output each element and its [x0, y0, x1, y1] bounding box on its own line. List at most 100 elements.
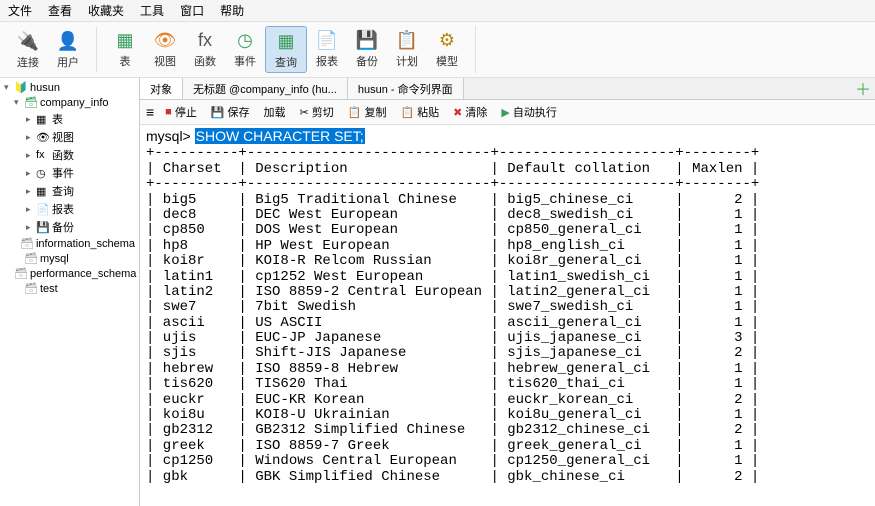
qbtn-剪切[interactable]: ✂剪切	[297, 103, 337, 121]
tree-表[interactable]: ▸▦表	[2, 110, 137, 128]
tab-bar: 对象 无标题 @company_info (hu... husun - 命令列界面	[140, 78, 875, 100]
tree-toggle-icon: ▸	[26, 186, 36, 197]
tab[interactable]: 对象	[140, 78, 183, 99]
toolbar-label: 连接	[17, 54, 39, 70]
tree-item-icon: 🗃	[24, 252, 38, 265]
tree-mysql[interactable]: 🗃mysql	[2, 251, 137, 266]
tree-视图[interactable]: ▸👁视图	[2, 128, 137, 146]
清除-icon: ✖	[453, 106, 462, 119]
tree-label: 事件	[52, 165, 74, 181]
menubar: 文件查看收藏夹工具窗口帮助	[0, 0, 875, 22]
toolbar-label: 函数	[194, 53, 216, 69]
toolbar-label: 用户	[57, 54, 79, 70]
menu-工具[interactable]: 工具	[140, 2, 164, 19]
menu-窗口[interactable]: 窗口	[180, 2, 204, 19]
qbtn-清除[interactable]: ✖清除	[450, 103, 490, 121]
tree-performance_schema[interactable]: 🗃performance_schema	[2, 266, 137, 281]
tree-label: 报表	[52, 201, 74, 217]
menu-收藏夹[interactable]: 收藏夹	[88, 2, 124, 19]
视图-icon: 👁	[153, 28, 177, 52]
toolbar-连接[interactable]: 🔌连接	[8, 27, 48, 72]
tree-label: information_schema	[36, 238, 135, 250]
tree-test[interactable]: 🗃test	[2, 281, 137, 296]
tree-label: 备份	[52, 219, 74, 235]
tree-label: 表	[52, 111, 63, 127]
qbtn-label: 粘贴	[417, 104, 439, 120]
保存-icon: 💾	[211, 106, 225, 119]
tree-函数[interactable]: ▸fx函数	[2, 146, 137, 164]
tree-item-icon: 🗃	[14, 267, 28, 280]
tree-item-icon: 🗃	[24, 282, 38, 295]
tree-备份[interactable]: ▸💾备份	[2, 218, 137, 236]
qbtn-加载[interactable]: 加载	[261, 103, 289, 121]
tab-label: 无标题 @company_info (hu...	[193, 81, 337, 97]
函数-icon: fx	[193, 28, 217, 52]
menu-文件[interactable]: 文件	[8, 2, 32, 19]
tree-information_schema[interactable]: 🗃information_schema	[2, 236, 137, 251]
toolbar-视图[interactable]: 👁视图	[145, 26, 185, 73]
tree-查询[interactable]: ▸▦查询	[2, 182, 137, 200]
tab-label: 对象	[150, 81, 172, 97]
qbtn-label: 停止	[175, 104, 197, 120]
tree-label: performance_schema	[30, 268, 136, 280]
toolbar-label: 事件	[234, 53, 256, 69]
toolbar-函数[interactable]: fx函数	[185, 26, 225, 73]
tree-label: husun	[30, 82, 60, 94]
查询-icon: ▦	[274, 29, 298, 53]
toolbar-label: 备份	[356, 53, 378, 69]
tree-item-icon: 🗃	[24, 96, 38, 109]
menu-查看[interactable]: 查看	[48, 2, 72, 19]
tree-husun[interactable]: ▾🔰husun	[2, 80, 137, 95]
tree-label: 视图	[52, 129, 74, 145]
qbtn-label: 加载	[264, 104, 286, 120]
tree-事件[interactable]: ▸◷事件	[2, 164, 137, 182]
tree-item-icon: 📄	[36, 203, 50, 216]
tree-报表[interactable]: ▸📄报表	[2, 200, 137, 218]
qbtn-保存[interactable]: 💾保存	[208, 103, 253, 121]
toolbar-表[interactable]: ▦表	[105, 26, 145, 73]
toolbar-报表[interactable]: 📄报表	[307, 26, 347, 73]
toolbar-事件[interactable]: ◷事件	[225, 26, 265, 73]
menu-icon[interactable]: ≡	[146, 104, 154, 120]
模型-icon: ⚙	[435, 28, 459, 52]
备份-icon: 💾	[355, 28, 379, 52]
tab[interactable]: 无标题 @company_info (hu...	[183, 78, 348, 99]
停止-icon: ■	[165, 106, 172, 118]
qbtn-停止[interactable]: ■停止	[162, 103, 200, 121]
剪切-icon: ✂	[300, 106, 309, 119]
tree-toggle-icon: ▸	[26, 168, 36, 179]
tree-company_info[interactable]: ▾🗃company_info	[2, 95, 137, 110]
qbtn-label: 自动执行	[513, 104, 557, 120]
tree-item-icon: ▦	[36, 185, 50, 198]
tree-item-icon: 👁	[36, 131, 50, 144]
sql-console[interactable]: mysql> SHOW CHARACTER SET; +----------+-…	[140, 125, 875, 506]
tree-toggle-icon: ▸	[26, 114, 36, 125]
menu-帮助[interactable]: 帮助	[220, 2, 244, 19]
qbtn-自动执行[interactable]: ▶ 自动执行	[498, 103, 559, 121]
事件-icon: ◷	[233, 28, 257, 52]
tree-label: 查询	[52, 183, 74, 199]
复制-icon: 📋	[348, 106, 362, 119]
表-icon: ▦	[113, 28, 137, 52]
qbtn-label: 清除	[465, 104, 487, 120]
qbtn-复制[interactable]: 📋复制	[345, 103, 390, 121]
toolbar-label: 视图	[154, 53, 176, 69]
tree-item-icon: ▦	[36, 113, 50, 126]
粘贴-icon: 📋	[400, 106, 414, 119]
add-tab-icon[interactable]: ＋	[855, 76, 871, 100]
tab[interactable]: husun - 命令列界面	[348, 78, 464, 99]
连接-icon: 🔌	[16, 29, 40, 53]
tree-toggle-icon: ▸	[26, 222, 36, 233]
toolbar-查询[interactable]: ▦查询	[265, 26, 307, 73]
tree-label: test	[40, 283, 58, 295]
toolbar-label: 计划	[396, 53, 418, 69]
toolbar-计划[interactable]: 📋计划	[387, 26, 427, 73]
toolbar-用户[interactable]: 👤用户	[48, 27, 88, 72]
tree-item-icon: 💾	[36, 221, 50, 234]
qbtn-粘贴[interactable]: 📋粘贴	[397, 103, 442, 121]
计划-icon: 📋	[395, 28, 419, 52]
自动执行-icon: ▶	[501, 106, 509, 119]
toolbar-label: 查询	[275, 54, 297, 70]
toolbar-备份[interactable]: 💾备份	[347, 26, 387, 73]
toolbar-模型[interactable]: ⚙模型	[427, 26, 467, 73]
